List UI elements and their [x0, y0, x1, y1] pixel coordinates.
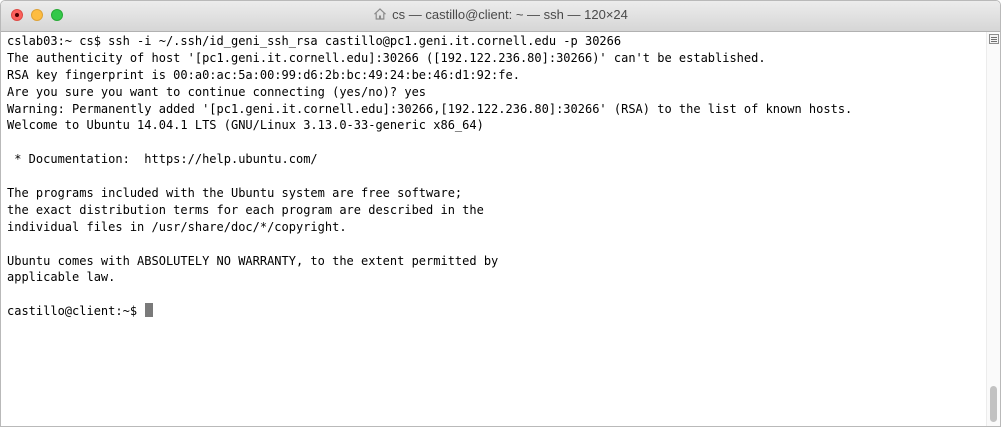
terminal-line: individual files in /usr/share/doc/*/cop…: [7, 219, 347, 234]
scrollbar-thumb[interactable]: [990, 386, 997, 422]
vertical-scrollbar[interactable]: [986, 32, 1000, 426]
split-pane-icon[interactable]: [989, 34, 999, 44]
home-icon: [374, 8, 387, 20]
terminal-line: applicable law.: [7, 270, 116, 285]
terminal-line: Welcome to Ubuntu 14.04.1 LTS (GNU/Linux…: [7, 118, 484, 133]
terminal-line: Are you sure you want to continue connec…: [7, 84, 427, 99]
terminal-line: * Documentation: https://help.ubuntu.com…: [7, 152, 318, 167]
terminal-line: Warning: Permanently added '[pc1.geni.it…: [7, 101, 853, 116]
text-cursor: [145, 303, 154, 318]
terminal-output[interactable]: cslab03:~ cs$ ssh -i ~/.ssh/id_geni_ssh_…: [1, 32, 986, 426]
prompt-line[interactable]: castillo@client:~$: [7, 303, 980, 320]
title-bar[interactable]: cs — castillo@client: ~ — ssh — 120×24: [1, 1, 1000, 32]
terminal-line: The programs included with the Ubuntu sy…: [7, 186, 463, 201]
terminal-line: Ubuntu comes with ABSOLUTELY NO WARRANTY…: [7, 253, 499, 268]
window-title-area: cs — castillo@client: ~ — ssh — 120×24: [1, 7, 1000, 23]
terminal-window: cs — castillo@client: ~ — ssh — 120×24 c…: [0, 0, 1001, 427]
terminal-line: RSA key fingerprint is 00:a0:ac:5a:00:99…: [7, 67, 520, 82]
terminal-line: the exact distribution terms for each pr…: [7, 202, 484, 217]
shell-prompt: castillo@client:~$: [7, 304, 145, 319]
terminal-line: The authenticity of host '[pc1.geni.it.c…: [7, 50, 766, 65]
window-title: cs — castillo@client: ~ — ssh — 120×24: [392, 7, 628, 22]
terminal-line: cslab03:~ cs$ ssh -i ~/.ssh/id_geni_ssh_…: [7, 34, 622, 48]
